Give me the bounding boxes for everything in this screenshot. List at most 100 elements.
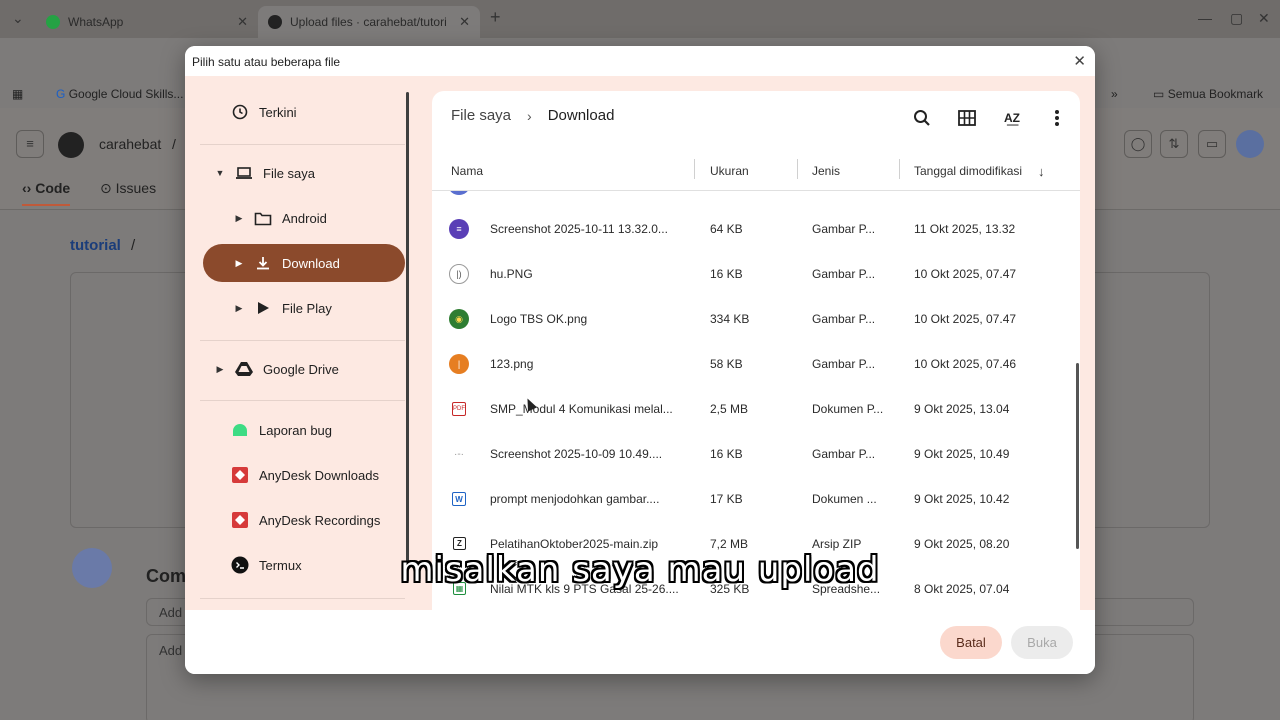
zip-file-icon: Z	[453, 537, 466, 550]
clock-icon	[231, 103, 249, 121]
breadcrumb-root[interactable]: File saya	[451, 107, 511, 124]
column-name[interactable]: Nama	[451, 164, 483, 178]
sidebar-scrollbar[interactable]	[406, 92, 409, 582]
maximize-icon[interactable]: ▢	[1230, 10, 1243, 27]
grid-view-icon[interactable]	[954, 105, 980, 131]
browser-tab-bar: ⌄ WhatsApp ✕ Upload files · carahebat/tu…	[0, 0, 1280, 38]
caret-right-icon[interactable]: ▶	[234, 258, 244, 269]
file-row[interactable]: |) hu.PNG 16 KB Gambar P... 10 Okt 2025,…	[432, 252, 1068, 297]
sidebar-item-label: AnyDesk Downloads	[259, 467, 379, 483]
caret-down-icon[interactable]: ▼	[215, 168, 225, 178]
pdf-file-icon: PDF	[452, 402, 466, 416]
column-size[interactable]: Ukuran	[710, 164, 749, 178]
file-size: 58 KB	[710, 357, 743, 371]
plus-icon[interactable]: +	[490, 7, 501, 28]
sidebar-item-file-saya[interactable]: ▼ File saya	[203, 154, 408, 192]
file-row[interactable]: | 123.png 58 KB Gambar P... 10 Okt 2025,…	[432, 342, 1068, 387]
sidebar-item-laporan-bug[interactable]: Laporan bug	[203, 411, 408, 449]
breadcrumb: File saya › Download	[451, 107, 614, 124]
anydesk-icon	[231, 511, 249, 529]
close-window-icon[interactable]: ✕	[1258, 10, 1270, 27]
close-icon[interactable]: ✕	[1073, 52, 1086, 70]
column-divider[interactable]	[797, 159, 798, 179]
file-type: Gambar P...	[812, 267, 876, 281]
image-file-icon: |	[449, 354, 469, 374]
sidebar-item-file-play[interactable]: ▶ File Play	[203, 289, 408, 327]
crumb-separator: /	[131, 237, 136, 254]
sidebar-item-label: File Play	[282, 300, 332, 316]
more-vert-icon[interactable]	[1044, 105, 1070, 131]
file-date: 9 Okt 2025, 10.49	[914, 447, 1010, 461]
file-date: 10 Okt 2025, 07.47	[914, 312, 1017, 326]
close-tab-icon[interactable]: ✕	[237, 14, 248, 30]
sidebar-item-label: File saya	[263, 165, 316, 181]
repo-owner[interactable]: carahebat	[99, 136, 161, 152]
inbox-icon[interactable]: ▭	[1198, 130, 1226, 158]
divider	[200, 144, 405, 145]
divider	[200, 598, 405, 599]
open-button[interactable]: Buka	[1011, 626, 1073, 659]
dialog-title: Pilih satu atau beberapa file	[192, 55, 341, 69]
repo-crumb[interactable]: tutorial	[70, 237, 121, 254]
tab-whatsapp[interactable]: WhatsApp ✕	[36, 6, 258, 38]
file-size: 2,5 MB	[710, 402, 749, 416]
google-drive-icon	[235, 360, 253, 378]
file-type: Arsip ZIP	[812, 537, 862, 551]
file-type: Gambar P...	[812, 447, 876, 461]
file-row[interactable]: ◉ Logo TBS OK.png 334 KB Gambar P... 10 …	[432, 297, 1068, 342]
caret-right-icon[interactable]: ▶	[234, 213, 244, 224]
github-logo-icon[interactable]	[58, 132, 84, 158]
pull-request-icon[interactable]: ⇅	[1160, 130, 1188, 158]
file-size: 7,2 MB	[710, 537, 749, 551]
avatar[interactable]	[1236, 130, 1264, 158]
column-type[interactable]: Jenis	[812, 164, 840, 178]
tab-upload-files[interactable]: Upload files · carahebat/tutori ✕	[258, 6, 480, 38]
caret-right-icon[interactable]: ▶	[215, 364, 225, 375]
tab-search-chevron-icon[interactable]: ⌄	[12, 10, 24, 27]
sidebar-item-download[interactable]: ▶ Download	[203, 244, 405, 282]
minimize-icon[interactable]: —	[1198, 10, 1212, 26]
file-date: 9 Okt 2025, 13.04	[914, 402, 1010, 416]
hamburger-menu-icon[interactable]: ≡	[16, 130, 44, 158]
file-type: Dokumen P...	[812, 402, 884, 416]
bookmark-all[interactable]: ▭ Semua Bookmark	[1153, 87, 1263, 101]
file-date: 9 Okt 2025, 10.42	[914, 492, 1010, 506]
issues-circle-icon[interactable]: ◯	[1124, 130, 1152, 158]
caret-right-icon[interactable]: ▶	[234, 303, 244, 314]
column-date[interactable]: Tanggal dimodifikasi	[914, 164, 1022, 178]
file-date: 11 Okt 2025, 13.32	[914, 222, 1016, 236]
sidebar-item-google-drive[interactable]: ▶ Google Drive	[203, 350, 408, 388]
tab-issues[interactable]: ⊙ Issues	[100, 180, 156, 197]
path-separator: /	[172, 136, 176, 152]
sort-az-icon[interactable]: A͟Z	[999, 105, 1025, 131]
file-list-panel: File saya › Download A͟Z Nama Ukuran Jen…	[432, 91, 1080, 610]
file-name: Logo TBS OK.png	[490, 312, 588, 326]
sidebar-item-anydesk-downloads[interactable]: AnyDesk Downloads	[203, 456, 408, 494]
tab-label: Code	[35, 180, 71, 196]
chevron-double-right-icon[interactable]: »	[1111, 87, 1118, 101]
search-icon[interactable]	[909, 105, 935, 131]
column-divider[interactable]	[694, 159, 695, 179]
tab-code[interactable]: ‹› Code	[22, 180, 71, 206]
whatsapp-favicon-icon	[46, 15, 60, 29]
breadcrumb-current: Download	[547, 107, 615, 124]
apps-grid-icon[interactable]: ▦	[12, 87, 23, 101]
bookmark-google-cloud[interactable]: G Google Cloud Skills...	[56, 87, 183, 101]
sort-descending-icon[interactable]: ↓	[1038, 164, 1045, 179]
file-row[interactable]: ·-· Screenshot 2025-10-09 10.49.... 16 K…	[432, 432, 1068, 477]
cancel-button[interactable]: Batal	[940, 626, 1002, 659]
file-name: PelatihanOktober2025-main.zip	[490, 537, 659, 551]
tab-title: Upload files · carahebat/tutori	[290, 15, 447, 29]
close-tab-icon[interactable]: ✕	[459, 14, 470, 30]
file-row[interactable]: W prompt menjodohkan gambar.... 17 KB Do…	[432, 477, 1068, 522]
file-size: 334 KB	[710, 312, 750, 326]
file-size: 64 KB	[710, 222, 743, 236]
sidebar-item-label: Terkini	[259, 104, 297, 120]
sidebar-item-anydesk-recordings[interactable]: AnyDesk Recordings	[203, 501, 408, 539]
file-size: 16 KB	[710, 267, 743, 281]
column-divider[interactable]	[899, 159, 900, 179]
sidebar-item-terkini[interactable]: Terkini	[203, 93, 408, 131]
file-list-scrollbar[interactable]	[1076, 363, 1079, 549]
file-row[interactable]: ≡ Screenshot 2025-10-11 13.32.0... 64 KB…	[432, 207, 1068, 252]
sidebar-item-android[interactable]: ▶ Android	[203, 199, 408, 237]
